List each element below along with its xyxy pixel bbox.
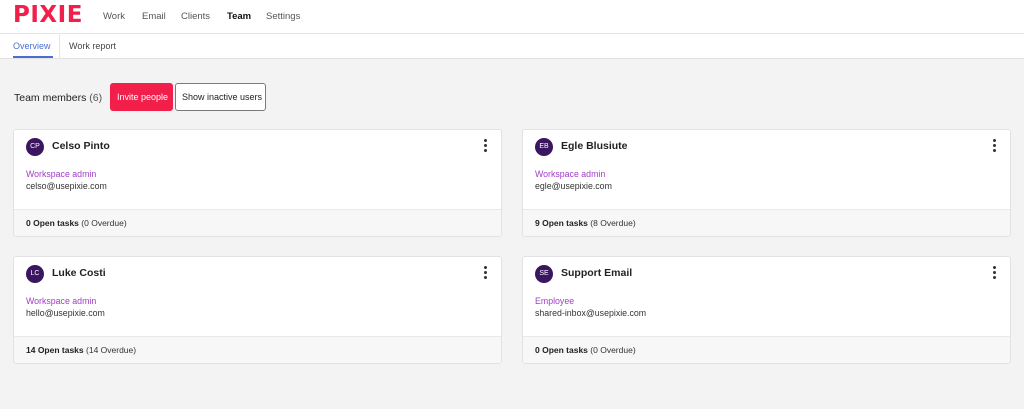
- more-options-icon[interactable]: [990, 139, 998, 153]
- overdue-count: (0 Overdue): [590, 345, 636, 355]
- card-footer: 9 Open tasks (8 Overdue): [523, 209, 1010, 236]
- more-options-icon[interactable]: [481, 139, 489, 153]
- task-summary: 0 Open tasks (0 Overdue): [26, 218, 127, 228]
- top-navigation-bar: PIXIE Work Email Clients Team Settings: [0, 0, 1024, 34]
- open-tasks-count: 9 Open tasks: [535, 218, 588, 228]
- invite-people-button[interactable]: Invite people: [110, 83, 173, 111]
- open-tasks-count: 0 Open tasks: [26, 218, 79, 228]
- avatar: CP: [26, 138, 44, 156]
- tab-divider: [59, 34, 60, 59]
- member-email: egle@usepixie.com: [535, 181, 612, 191]
- member-email: celso@usepixie.com: [26, 181, 107, 191]
- overdue-count: (0 Overdue): [81, 218, 127, 228]
- nav-item-settings[interactable]: Settings: [266, 11, 300, 22]
- member-card: CP Celso Pinto Workspace admin celso@use…: [13, 129, 502, 237]
- task-summary: 9 Open tasks (8 Overdue): [535, 218, 636, 228]
- member-email: hello@usepixie.com: [26, 308, 105, 318]
- team-members-heading: Team members (6): [14, 92, 102, 104]
- overdue-count: (8 Overdue): [590, 218, 636, 228]
- open-tasks-count: 0 Open tasks: [535, 345, 588, 355]
- more-options-icon[interactable]: [481, 266, 489, 280]
- nav-item-team[interactable]: Team: [227, 11, 251, 22]
- member-name: Support Email: [561, 267, 633, 279]
- member-name: Egle Blusiute: [561, 140, 628, 152]
- team-members-title: Team members: [14, 92, 87, 104]
- member-role: Employee: [535, 296, 575, 306]
- task-summary: 0 Open tasks (0 Overdue): [535, 345, 636, 355]
- tab-overview[interactable]: Overview: [13, 41, 51, 51]
- member-role: Workspace admin: [26, 296, 97, 306]
- tab-work-report[interactable]: Work report: [69, 41, 116, 51]
- card-footer: 0 Open tasks (0 Overdue): [14, 209, 501, 236]
- open-tasks-count: 14 Open tasks: [26, 345, 84, 355]
- more-options-icon[interactable]: [990, 266, 998, 280]
- active-tab-indicator: [13, 56, 53, 58]
- member-name: Celso Pinto: [52, 140, 110, 152]
- avatar: EB: [535, 138, 553, 156]
- member-name: Luke Costi: [52, 267, 106, 279]
- nav-item-email[interactable]: Email: [142, 11, 166, 22]
- pixie-logo[interactable]: PIXIE: [13, 2, 83, 28]
- member-role: Workspace admin: [535, 169, 606, 179]
- team-members-count: (6): [89, 92, 103, 104]
- member-card: SE Support Email Employee shared-inbox@u…: [522, 256, 1011, 364]
- sub-navigation-bar: Overview Work report: [0, 34, 1024, 59]
- member-role: Workspace admin: [26, 169, 97, 179]
- member-card: LC Luke Costi Workspace admin hello@usep…: [13, 256, 502, 364]
- nav-item-work[interactable]: Work: [103, 11, 125, 22]
- overdue-count: (14 Overdue): [86, 345, 137, 355]
- card-footer: 14 Open tasks (14 Overdue): [14, 336, 501, 363]
- avatar: SE: [535, 265, 553, 283]
- card-footer: 0 Open tasks (0 Overdue): [523, 336, 1010, 363]
- nav-item-clients[interactable]: Clients: [181, 11, 210, 22]
- task-summary: 14 Open tasks (14 Overdue): [26, 345, 136, 355]
- member-email: shared-inbox@usepixie.com: [535, 308, 647, 318]
- member-card: EB Egle Blusiute Workspace admin egle@us…: [522, 129, 1011, 237]
- show-inactive-users-button[interactable]: Show inactive users: [175, 83, 266, 111]
- avatar: LC: [26, 265, 44, 283]
